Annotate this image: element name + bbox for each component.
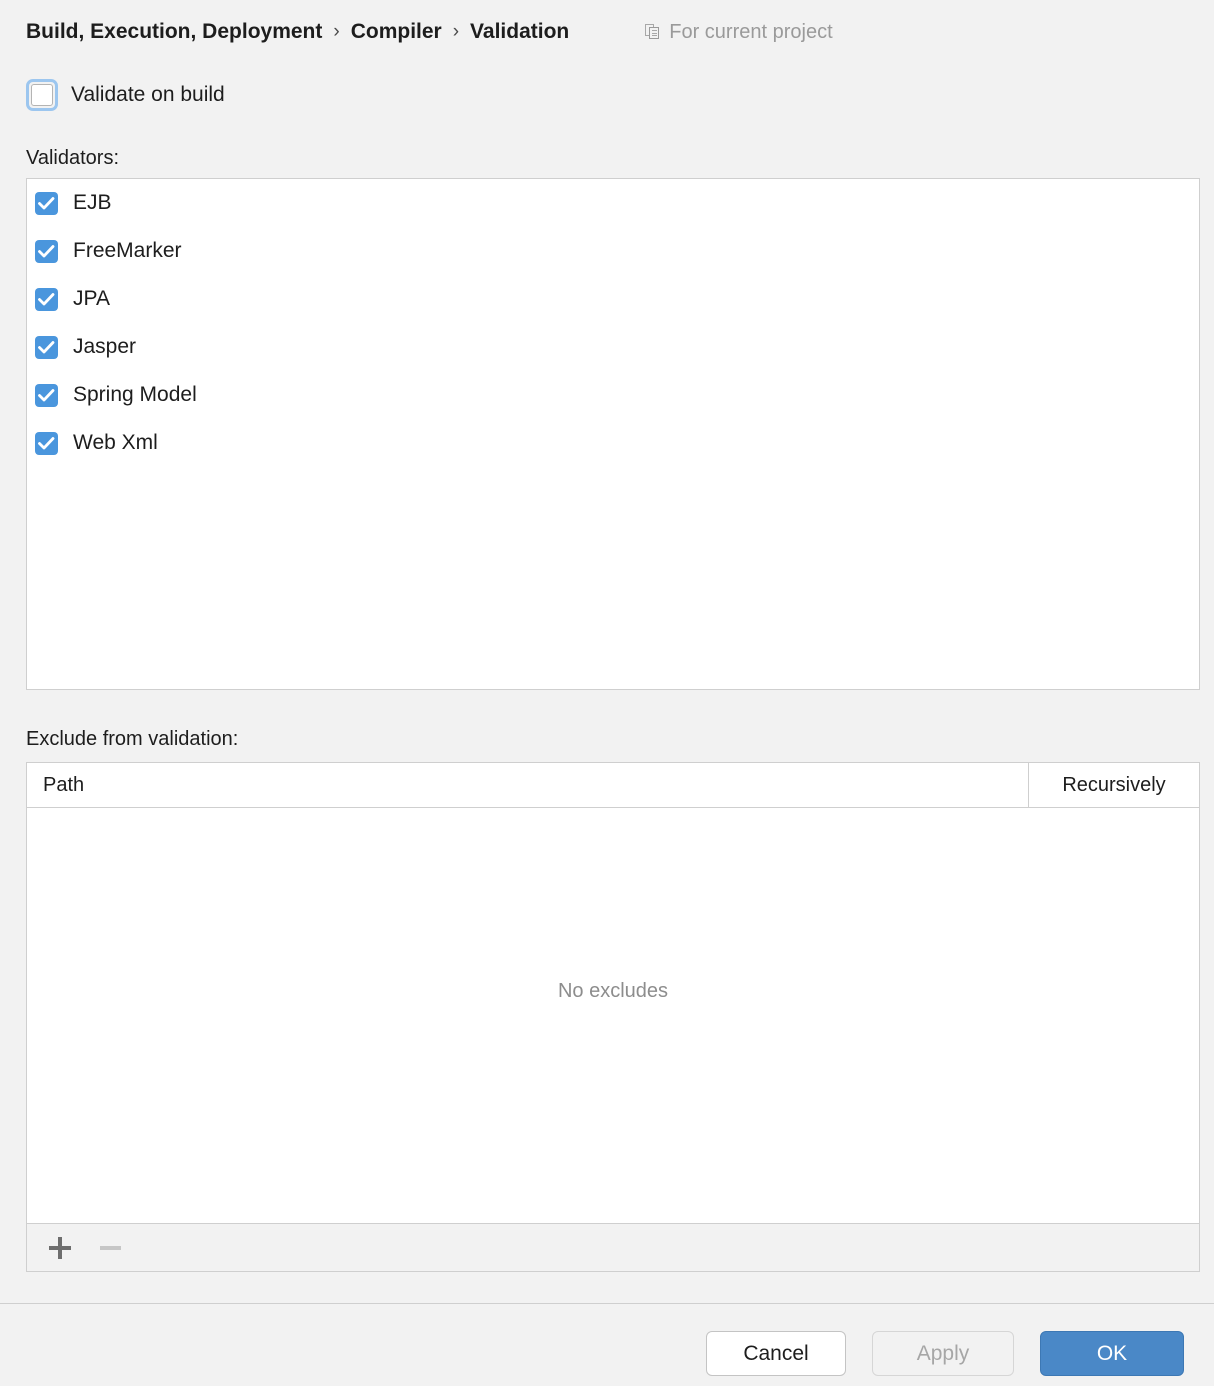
dialog-button-bar: [0, 1304, 1214, 1386]
validate-on-build-label: Validate on build: [71, 83, 225, 107]
checkbox-focus-ring: [26, 79, 58, 111]
list-item[interactable]: Spring Model: [27, 371, 1199, 419]
list-item-label: FreeMarker: [73, 239, 182, 263]
list-item[interactable]: FreeMarker: [27, 227, 1199, 275]
checkmark-icon: [38, 340, 55, 355]
breadcrumb-separator-icon: ›: [333, 21, 339, 43]
remove-button: [85, 1224, 135, 1272]
table-toolbar: [27, 1223, 1199, 1271]
excludes-section-label: Exclude from validation:: [26, 728, 238, 751]
breadcrumb-item-build[interactable]: Build, Execution, Deployment: [26, 20, 322, 44]
checkbox-checked[interactable]: [35, 288, 58, 311]
validate-on-build-checkbox[interactable]: Validate on build: [26, 78, 225, 112]
checkbox-box-unchecked: [31, 84, 53, 106]
ok-button[interactable]: OK: [1040, 1331, 1184, 1376]
column-header-recursively[interactable]: Recursively: [1029, 763, 1199, 807]
breadcrumb: Build, Execution, Deployment › Compiler …: [26, 16, 1188, 48]
table-header-row: Path Recursively: [27, 763, 1199, 808]
project-scope-indicator: For current project: [645, 21, 832, 44]
breadcrumb-separator-icon: ›: [453, 21, 459, 43]
checkmark-icon: [38, 436, 55, 451]
checkbox-checked[interactable]: [35, 384, 58, 407]
list-item[interactable]: Jasper: [27, 323, 1199, 371]
list-item[interactable]: Web Xml: [27, 419, 1199, 467]
list-item-label: Jasper: [73, 335, 136, 359]
checkmark-icon: [38, 244, 55, 259]
apply-button: Apply: [872, 1331, 1014, 1376]
excludes-table: Path Recursively No excludes: [26, 762, 1200, 1272]
empty-state-text: No excludes: [558, 980, 668, 1003]
checkmark-icon: [38, 388, 55, 403]
add-button[interactable]: [35, 1224, 85, 1272]
validators-section-label: Validators:: [26, 147, 119, 170]
list-item[interactable]: EJB: [27, 179, 1199, 227]
column-header-path[interactable]: Path: [27, 763, 1029, 807]
breadcrumb-item-compiler[interactable]: Compiler: [351, 20, 442, 44]
checkbox-checked[interactable]: [35, 192, 58, 215]
cancel-button[interactable]: Cancel: [706, 1331, 846, 1376]
list-item[interactable]: JPA: [27, 275, 1199, 323]
list-item-label: Web Xml: [73, 431, 158, 455]
minus-icon: [100, 1246, 121, 1250]
breadcrumb-item-validation: Validation: [470, 20, 569, 44]
checkbox-checked[interactable]: [35, 240, 58, 263]
checkmark-icon: [38, 292, 55, 307]
list-item-label: JPA: [73, 287, 110, 311]
project-scope-label: For current project: [669, 21, 832, 44]
list-item-label: EJB: [73, 191, 112, 215]
list-item-label: Spring Model: [73, 383, 197, 407]
checkbox-checked[interactable]: [35, 336, 58, 359]
copy-document-icon: [645, 24, 660, 40]
checkbox-checked[interactable]: [35, 432, 58, 455]
validators-list[interactable]: EJB FreeMarker JPA Jasper Sp: [26, 178, 1200, 690]
plus-icon: [49, 1237, 71, 1259]
checkmark-icon: [38, 196, 55, 211]
table-body[interactable]: No excludes: [27, 808, 1199, 1223]
